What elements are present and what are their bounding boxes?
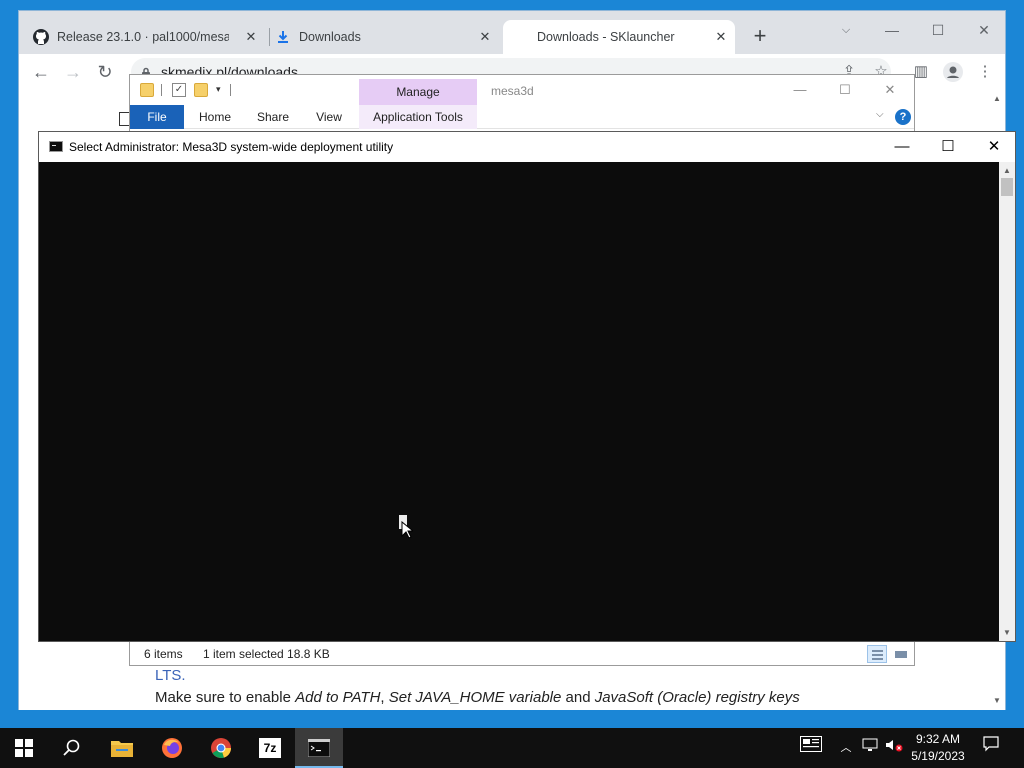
- note-em-path: Add to PATH: [295, 689, 381, 706]
- expand-ribbon-icon[interactable]: ⌵: [876, 109, 884, 120]
- console-window: Select Administrator: Mesa3D system-wide…: [38, 131, 1016, 642]
- note-text: Make sure to enable: [155, 689, 296, 706]
- command-prompt-icon: [49, 141, 63, 152]
- tab-title: Downloads: [299, 30, 361, 44]
- console-scrollbar[interactable]: ▲ ▼: [999, 162, 1015, 641]
- start-icon[interactable]: [0, 728, 48, 768]
- tab-title: Downloads - SKlauncher: [537, 30, 675, 44]
- console-output-area[interactable]: [39, 162, 999, 641]
- scroll-up-icon[interactable]: ▲: [1003, 166, 1011, 175]
- ribbon-tabs: File Home Share View Application Tools ⌵…: [130, 105, 914, 129]
- explorer-maximize-icon[interactable]: ☐: [825, 79, 865, 101]
- quick-access-dropdown-icon[interactable]: ▾: [216, 84, 221, 95]
- properties-icon[interactable]: ✓: [172, 83, 186, 97]
- system-clock[interactable]: 9:32 AM 5/19/2023: [906, 731, 970, 765]
- new-tab-button[interactable]: +: [751, 25, 769, 47]
- tab-file[interactable]: File: [130, 105, 184, 129]
- help-icon[interactable]: ?: [895, 109, 911, 125]
- chrome-icon[interactable]: [197, 728, 245, 768]
- command-prompt-taskbar-icon[interactable]: [295, 728, 343, 768]
- tab-view[interactable]: View: [308, 105, 350, 129]
- lts-link[interactable]: LTS.: [155, 667, 186, 684]
- volume-muted-icon[interactable]: [884, 728, 904, 768]
- tab-close-icon[interactable]: ✕: [243, 29, 259, 45]
- qa-separator: [161, 84, 162, 96]
- tab-application-tools[interactable]: Application Tools: [359, 105, 477, 129]
- tab-share[interactable]: Share: [250, 105, 296, 129]
- firefox-icon[interactable]: [148, 728, 196, 768]
- profile-avatar-icon[interactable]: [943, 62, 963, 82]
- back-icon[interactable]: ←: [29, 61, 53, 83]
- close-icon[interactable]: ✕: [961, 15, 1007, 45]
- install-note: Make sure to enable Add to PATH, Set JAV…: [155, 689, 800, 706]
- maximize-icon[interactable]: ☐: [915, 15, 961, 45]
- explorer-titlebar: ✓ ▾ Manage mesa3d — ☐ ✕: [130, 75, 914, 105]
- clock-time: 9:32 AM: [915, 732, 961, 746]
- explorer-close-icon[interactable]: ✕: [870, 79, 910, 101]
- console-close-icon[interactable]: ✕: [971, 132, 1017, 162]
- minimize-icon[interactable]: —: [869, 15, 915, 45]
- reload-icon[interactable]: ↻: [93, 61, 117, 83]
- large-icons-view-icon[interactable]: [890, 645, 910, 663]
- tab-title: Release 23.1.0 · pal1000/mesa-d: [57, 30, 229, 44]
- github-icon: [33, 29, 49, 45]
- file-explorer-icon[interactable]: [98, 728, 146, 768]
- tab-downloads[interactable]: Downloads ✕: [275, 20, 499, 54]
- news-widget-icon[interactable]: [798, 728, 824, 768]
- network-icon[interactable]: [860, 728, 880, 768]
- tab-separator: [269, 28, 270, 46]
- notifications-icon[interactable]: [980, 728, 1002, 768]
- scroll-down-icon[interactable]: ▼: [1003, 628, 1011, 637]
- search-icon[interactable]: [48, 728, 96, 768]
- note-em-registry: JavaSoft (Oracle) registry keys: [594, 689, 800, 706]
- 7zip-label: 7z: [259, 738, 281, 758]
- console-title: Select Administrator: Mesa3D system-wide…: [69, 140, 394, 154]
- qa-separator: [230, 84, 231, 96]
- show-hidden-icons-icon[interactable]: ︿: [838, 728, 854, 768]
- scroll-thumb[interactable]: [1001, 178, 1013, 196]
- explorer-window-title: mesa3d: [491, 84, 534, 98]
- tab-close-icon[interactable]: ✕: [713, 29, 729, 45]
- selection-info: 1 item selected 18.8 KB: [203, 647, 330, 661]
- note-em-java-home: Set JAVA_HOME variable: [388, 689, 562, 706]
- note-text: ,: [380, 689, 389, 706]
- details-view-icon[interactable]: [867, 645, 887, 663]
- console-maximize-icon[interactable]: ☐: [925, 132, 971, 162]
- item-count: 6 items: [144, 647, 183, 661]
- tab-sklauncher-downloads[interactable]: Downloads - SKlauncher ✕: [503, 20, 735, 54]
- 7zip-icon[interactable]: 7z: [246, 728, 294, 768]
- tab-strip: Release 23.1.0 · pal1000/mesa-d ✕ Downlo…: [19, 11, 1005, 54]
- menu-kebab-icon[interactable]: ⋮: [975, 62, 995, 82]
- new-folder-icon[interactable]: [194, 83, 208, 97]
- tab-home[interactable]: Home: [192, 105, 238, 129]
- taskbar: 7z ︿ 9:32 AM 5/19/2023: [0, 728, 1024, 768]
- scroll-up-icon[interactable]: ▲: [993, 94, 1001, 103]
- clock-date: 5/19/2023: [911, 749, 965, 763]
- explorer-status-bar: 6 items 1 item selected 18.8 KB: [130, 641, 914, 665]
- explorer-minimize-icon[interactable]: —: [780, 79, 820, 101]
- note-text: and: [561, 689, 595, 706]
- tab-search-icon[interactable]: ⌵: [823, 15, 869, 45]
- forward-icon[interactable]: →: [61, 61, 85, 83]
- folder-icon: [140, 83, 154, 97]
- tab-github-release[interactable]: Release 23.1.0 · pal1000/mesa-d ✕: [33, 20, 265, 54]
- mouse-pointer-icon: [401, 521, 413, 539]
- tab-close-icon[interactable]: ✕: [477, 29, 493, 45]
- scroll-down-icon[interactable]: ▼: [993, 696, 1001, 705]
- console-titlebar: Select Administrator: Mesa3D system-wide…: [39, 132, 1015, 162]
- manage-contextual-tab[interactable]: Manage: [359, 79, 477, 105]
- console-minimize-icon[interactable]: —: [879, 132, 925, 162]
- download-icon: [275, 29, 291, 45]
